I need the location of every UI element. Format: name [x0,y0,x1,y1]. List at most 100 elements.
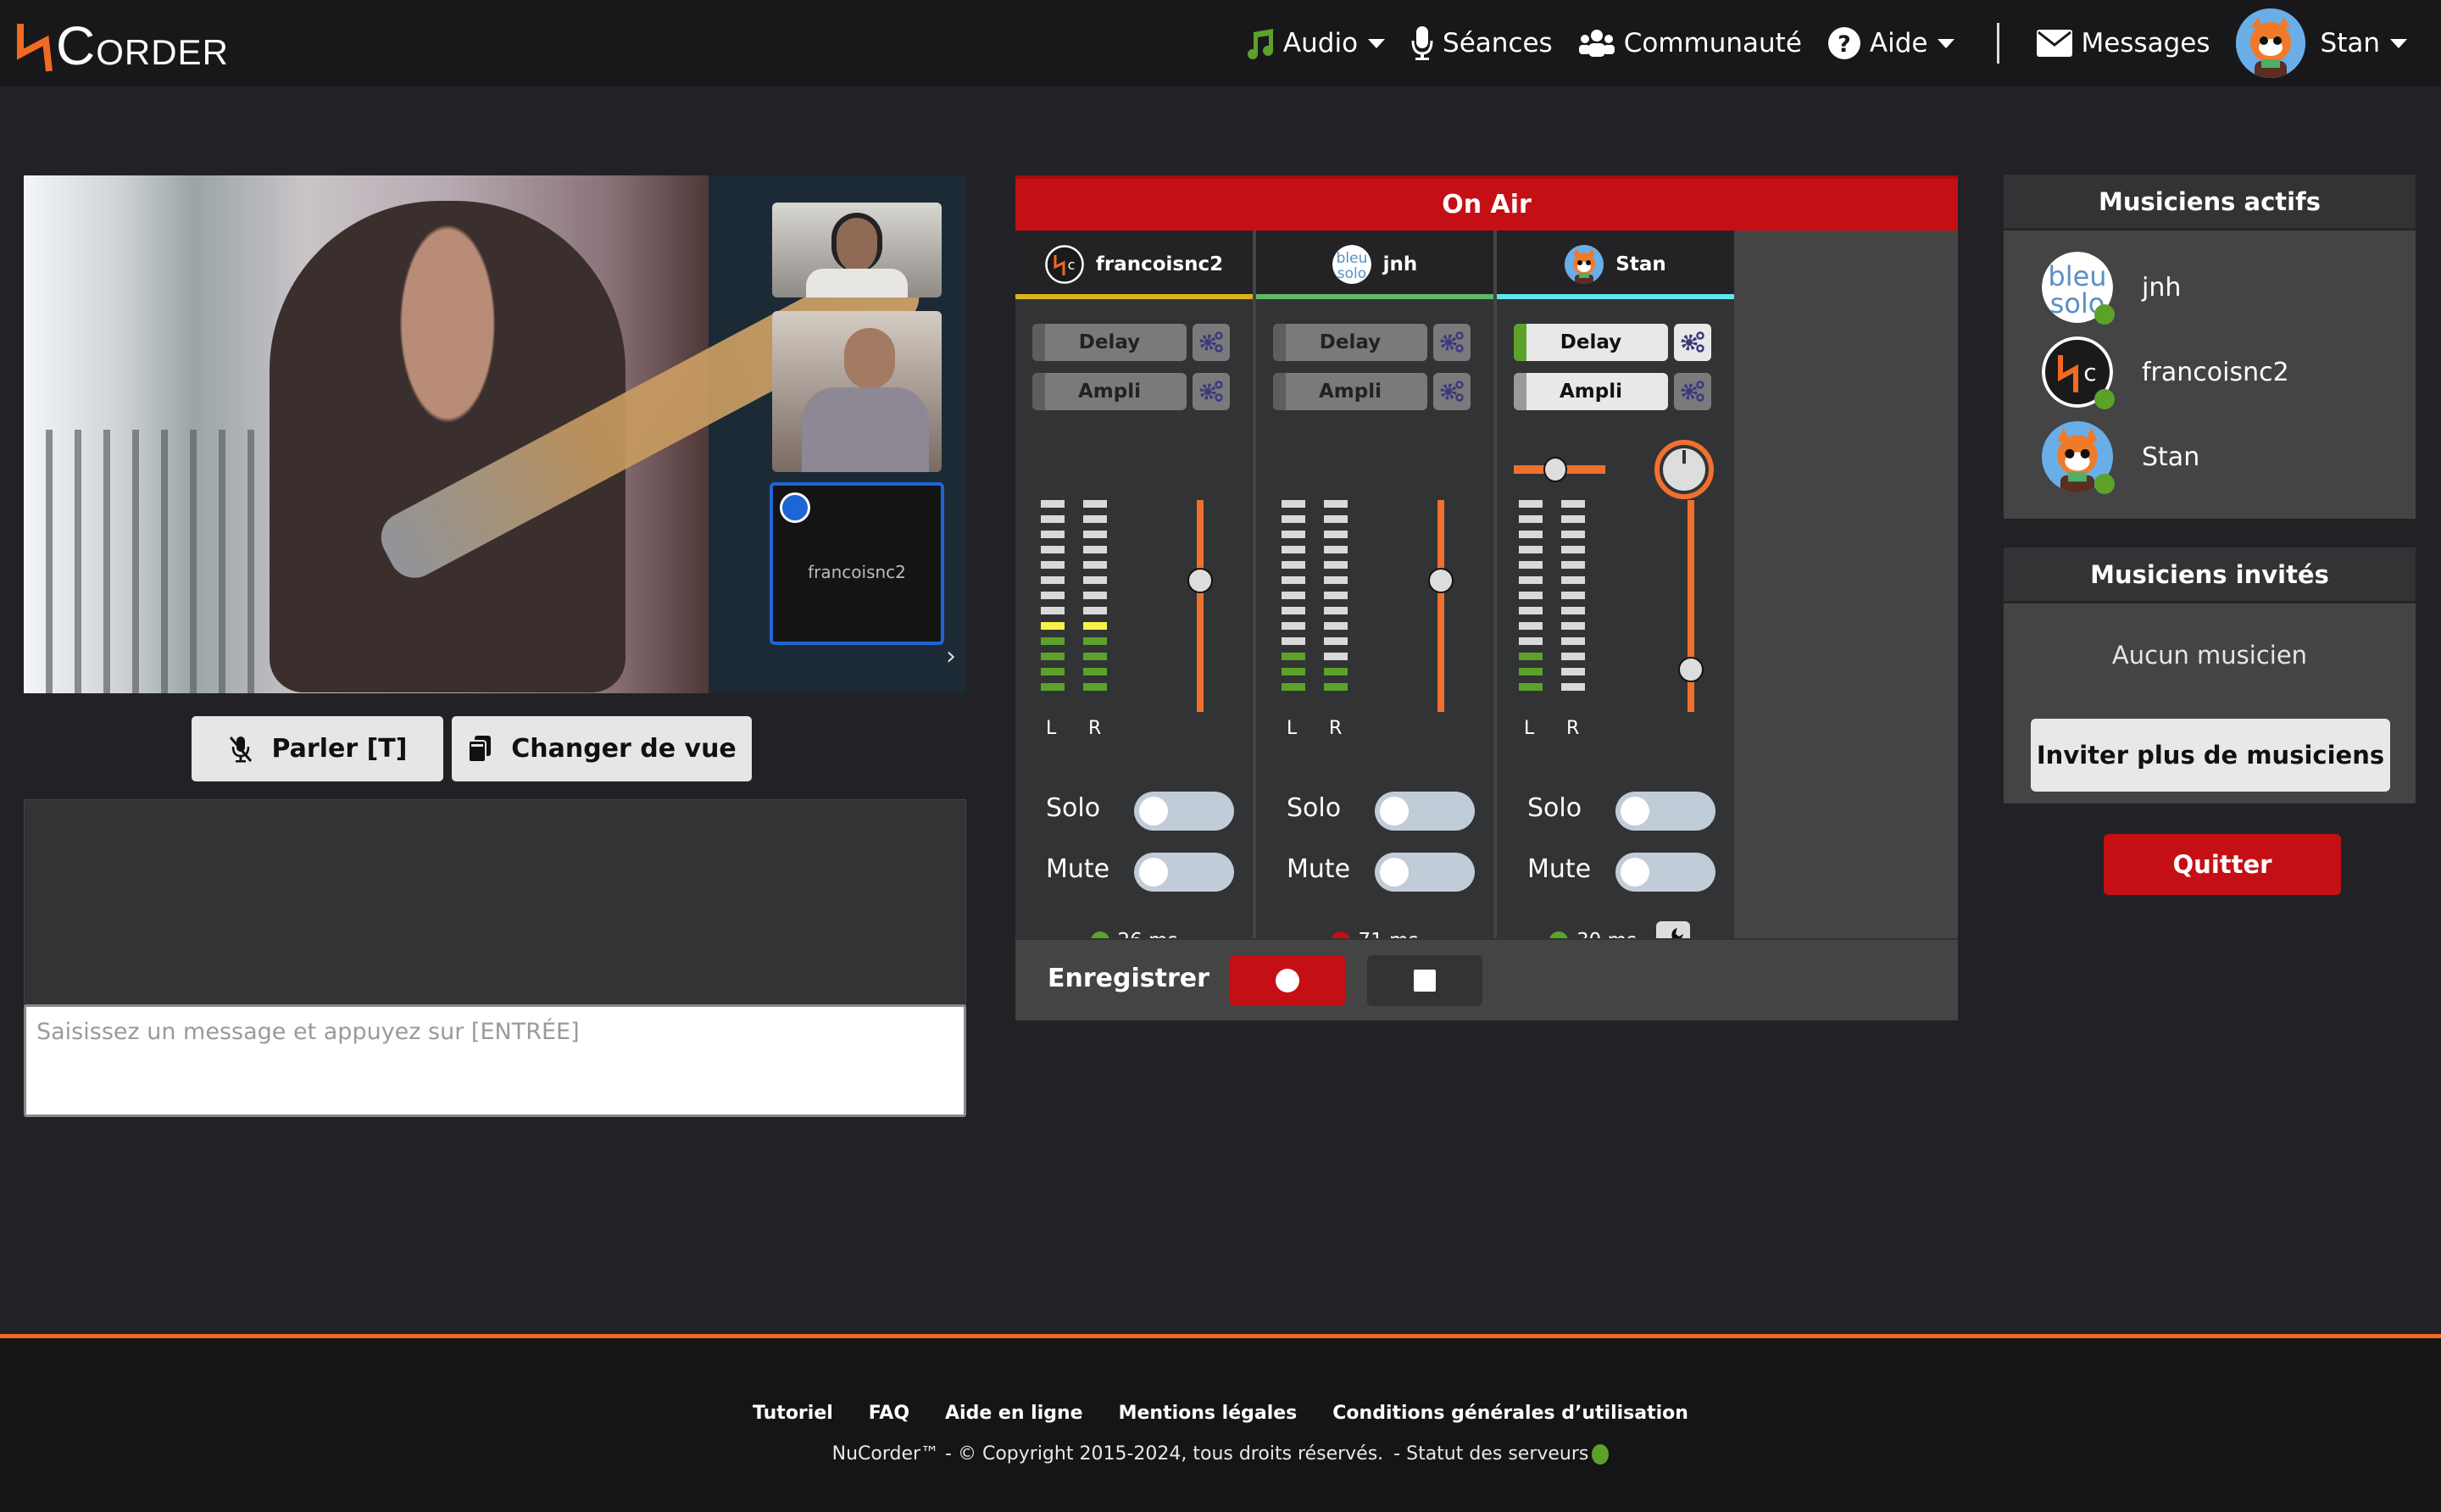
mute-toggle[interactable] [1375,853,1475,892]
meter-segment [1041,546,1065,553]
fx-settings-button[interactable] [1433,373,1471,410]
gain-knob[interactable] [1654,440,1714,499]
fx-label: Delay [1078,331,1141,353]
fx-toggle-ampli[interactable]: Ampli [1514,373,1668,410]
meter-segment [1324,546,1348,553]
channel-color-bar [1256,294,1493,299]
footer-link-tutorial[interactable]: Tutoriel [753,1403,833,1424]
nav-audio[interactable]: Audio [1246,27,1386,59]
chevron-right-icon[interactable]: › [946,642,956,671]
active-musician-item[interactable]: c francoisnc2 [2042,336,2289,409]
user-menu[interactable]: Stan [2235,8,2407,78]
fx-toggle-delay[interactable]: Delay [1514,324,1668,361]
channel-color-bar [1015,294,1253,299]
gears-icon [1680,380,1705,403]
fx-toggle-delay[interactable]: Delay [1032,324,1187,361]
logo[interactable]: CORDER [17,19,229,73]
fx-label: Ampli [1319,381,1382,403]
volume-fader-handle[interactable] [1187,568,1213,593]
volume-fader-handle[interactable] [1428,568,1454,593]
meter-segment [1561,637,1585,645]
record-stop-button[interactable] [1367,955,1482,1006]
channel-name: Stan [1615,253,1666,275]
fx-settings-button[interactable] [1193,373,1230,410]
meter-segment [1519,622,1543,630]
nav-help[interactable]: ? Aide [1827,26,1955,60]
copyright-text: NuCorder™ - © Copyright 2015-2024, tous … [831,1443,1384,1465]
footer-link-legal[interactable]: Mentions légales [1119,1403,1298,1424]
meter-segment [1561,683,1585,691]
fx-settings-button[interactable] [1433,324,1471,361]
record-start-button[interactable] [1230,955,1345,1006]
fx-toggle-ampli[interactable]: Ampli [1273,373,1427,410]
nav-community-label: Communauté [1623,28,1802,58]
channel-color-bar [1497,294,1734,299]
meter-segment [1519,607,1543,614]
talk-button-label: Parler [T] [271,734,408,764]
volume-fader[interactable] [1437,500,1444,712]
meter-segment [1041,531,1065,538]
fx-settings-button[interactable] [1674,373,1711,410]
meter-segment [1083,653,1107,660]
meter-label-left: L [1046,718,1057,739]
footer-link-faq[interactable]: FAQ [869,1403,909,1424]
video-thumbnail[interactable] [772,203,942,297]
meter-segment [1519,515,1543,523]
meter-segment [1324,500,1348,508]
mixer-panel: On Air c francoisnc2 Delay Ampli L R Sol… [1015,175,1958,1020]
meter-segment [1561,576,1585,584]
change-view-button[interactable]: Changer de vue [452,716,752,781]
music-note-icon [1246,27,1275,59]
mute-toggle[interactable] [1615,853,1715,892]
fx-toggle-ampli[interactable]: Ampli [1032,373,1187,410]
level-meter-right [1324,500,1348,698]
nav-messages[interactable]: Messages [2037,28,2210,58]
thumbnail-body [806,269,908,297]
mute-label: Mute [1287,854,1351,884]
svg-text:solo: solo [1337,265,1365,282]
meter-segment [1519,683,1543,691]
meter-segment [1282,653,1305,660]
user-name: Stan [2320,28,2380,58]
meter-segment [1041,653,1065,660]
video-stage[interactable]: francoisnc2 › [24,175,966,693]
svg-text:?: ? [1838,31,1851,58]
talk-button[interactable]: Parler [T] [192,716,443,781]
quit-session-button[interactable]: Quitter [2104,834,2341,895]
channel-header: c francoisnc2 [1015,231,1253,298]
fx-toggle-delay[interactable]: Delay [1273,324,1427,361]
gears-icon [1198,380,1224,403]
volume-fader-handle[interactable] [1678,657,1704,682]
fx-settings-button[interactable] [1674,324,1711,361]
channel-name: francoisnc2 [1095,253,1224,275]
solo-toggle[interactable] [1134,792,1234,831]
meter-segment [1519,592,1543,599]
invited-musicians-title: Musiciens invités [2004,548,2416,603]
meter-segment [1041,622,1065,630]
nav-community[interactable]: Communauté [1578,28,1802,58]
meter-segment [1083,637,1107,645]
meter-segment [1561,668,1585,675]
meter-segment [1561,515,1585,523]
user-avatar [2235,8,2305,78]
active-musician-item[interactable]: Stan [2042,421,2199,494]
change-view-button-label: Changer de vue [511,734,737,764]
fx-settings-button[interactable] [1193,324,1230,361]
nav-sessions[interactable]: Séances [1410,25,1553,61]
pan-slider-handle[interactable] [1543,457,1567,482]
server-status-link[interactable]: - Statut des serveurs [1393,1443,1588,1465]
footer-link-terms[interactable]: Conditions générales d’utilisation [1332,1403,1688,1424]
chat-input[interactable] [24,1004,966,1117]
invite-musicians-button[interactable]: Inviter plus de musiciens [2031,719,2390,792]
footer-link-online-help[interactable]: Aide en ligne [945,1403,1083,1424]
active-musician-item[interactable]: bleu solo jnh [2042,252,2181,325]
video-thumbnail[interactable] [772,311,942,472]
gears-icon [1198,331,1224,354]
mute-label: Mute [1046,854,1110,884]
envelope-icon [2037,30,2073,57]
video-thumbnail-selected[interactable]: francoisnc2 [770,482,944,645]
mute-toggle[interactable] [1134,853,1234,892]
solo-toggle[interactable] [1615,792,1715,831]
volume-fader[interactable] [1197,500,1204,712]
solo-toggle[interactable] [1375,792,1475,831]
